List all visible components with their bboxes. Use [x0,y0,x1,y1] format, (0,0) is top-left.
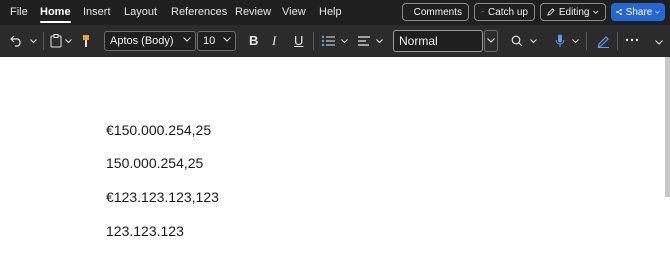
expand-ribbon-icon[interactable] [655,40,663,45]
chevron-down-icon [223,37,231,42]
divider [43,32,44,50]
editing-mode-button[interactable]: Editing [540,3,606,21]
tab-review[interactable]: Review [235,6,271,18]
bullets-dropdown-icon[interactable] [341,39,348,44]
document-page[interactable]: €150.000.254,25 150.000.254,25 €123.123.… [0,57,670,266]
ellipsis-icon [625,38,639,42]
share-label: Share [625,6,653,18]
menu-bar: File Home Insert Layout References Revie… [0,0,670,25]
catchup-button[interactable]: Catch up [474,3,535,21]
tab-help[interactable]: Help [319,6,342,18]
styles-gallery-button[interactable] [484,30,498,52]
pencil-icon [547,8,555,16]
editor-button[interactable] [596,33,610,49]
bullet-list-icon [321,35,335,47]
font-name-select[interactable]: Aptos (Body) [104,31,196,51]
comment-icon [409,11,410,13]
italic-button[interactable]: I [272,33,276,49]
divider [586,32,587,50]
tab-file[interactable]: File [10,6,28,18]
clipboard-button[interactable] [49,33,63,49]
align-left-icon [358,36,370,46]
bold-button[interactable]: B [249,33,258,48]
format-painter-icon [83,35,89,47]
undo-dropdown-icon[interactable] [30,39,37,44]
font-size-value: 10 [203,35,216,47]
align-dropdown-icon[interactable] [376,39,383,44]
vertical-scrollbar[interactable] [665,57,670,197]
undo-button[interactable] [9,34,23,48]
divider [617,32,618,50]
tab-view[interactable]: View [282,6,306,18]
format-painter-button[interactable] [80,33,92,49]
document-paragraph[interactable]: €150.000.254,25 [106,122,211,138]
tab-references[interactable]: References [171,6,227,18]
undo-icon [9,35,21,47]
microphone-icon [555,34,565,47]
search-icon [511,35,523,47]
ribbon-toolbar: Aptos (Body) 10 B I U Normal [0,25,670,57]
share-button[interactable]: Share [611,3,665,21]
underline-button[interactable]: U [294,33,303,48]
document-paragraph[interactable]: 150.000.254,25 [106,155,203,171]
share-icon [616,9,622,15]
dictate-button[interactable] [554,33,566,49]
bullets-button[interactable] [320,34,336,48]
clipboard-dropdown-icon[interactable] [65,39,72,44]
document-paragraph[interactable]: €123.123.123,123 [106,189,219,205]
clipboard-icon [50,34,62,48]
font-size-select[interactable]: 10 [197,31,236,51]
catchup-icon [481,10,484,13]
divider [313,32,314,50]
dictate-dropdown-icon[interactable] [572,39,579,44]
tab-insert[interactable]: Insert [83,6,111,18]
font-name-value: Aptos (Body) [110,35,174,47]
comments-label: Comments [413,6,462,18]
align-button[interactable] [356,34,372,48]
find-button[interactable] [510,34,524,48]
comments-button[interactable]: Comments [402,3,469,21]
more-options-button[interactable] [625,37,639,43]
chevron-down-icon [487,38,495,43]
chevron-down-icon [655,10,660,14]
editing-label: Editing [558,6,590,18]
catchup-label: Catch up [487,6,528,18]
style-name-value: Normal [399,34,438,48]
styles-select[interactable]: Normal [393,30,483,52]
chevron-down-icon [593,10,599,14]
chevron-down-icon [183,37,191,42]
tab-home[interactable]: Home [40,6,71,23]
tab-layout[interactable]: Layout [124,6,157,18]
editor-pen-icon [597,36,609,48]
find-dropdown-icon[interactable] [530,39,537,44]
document-paragraph[interactable]: 123.123.123 [106,223,184,239]
